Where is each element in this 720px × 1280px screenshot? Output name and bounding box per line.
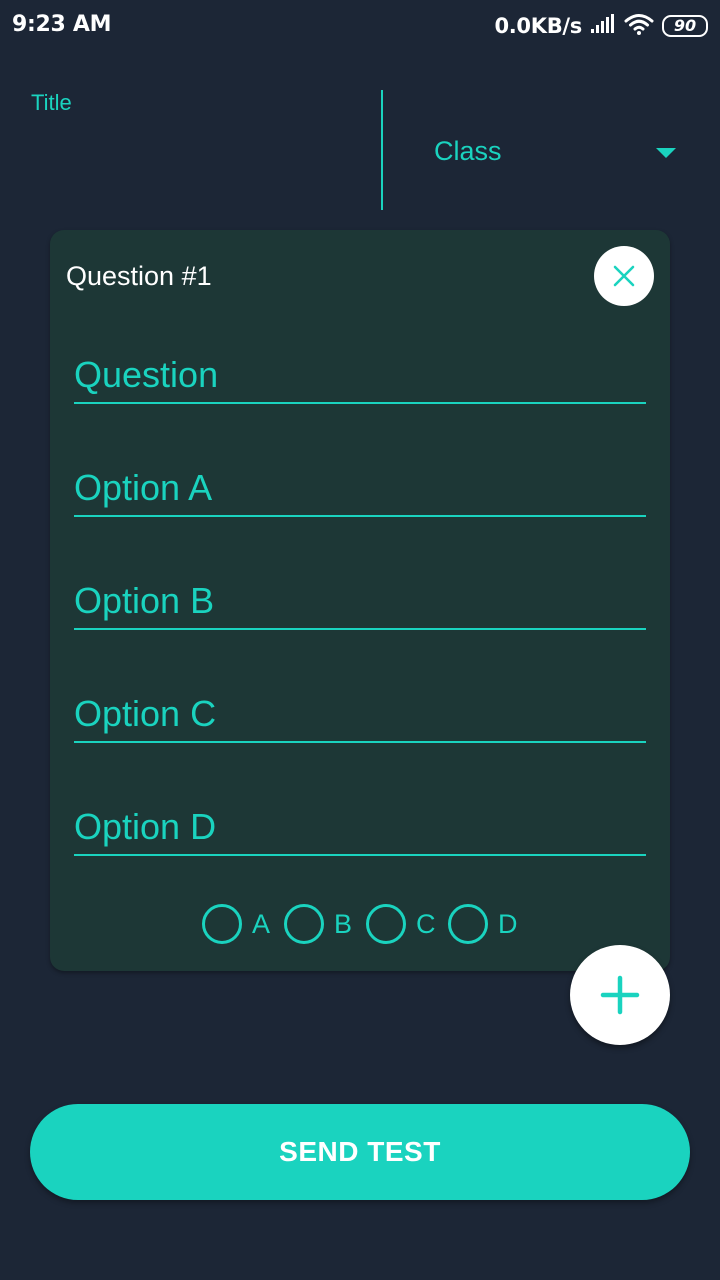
correct-answer-radio-group: A B C D xyxy=(50,902,670,946)
answer-radio-c[interactable]: C xyxy=(366,904,436,944)
radio-label: C xyxy=(416,908,436,939)
plus-icon xyxy=(600,975,640,1015)
option-d-input[interactable] xyxy=(74,806,646,848)
question-card-title: Question #1 xyxy=(66,261,212,291)
status-indicators: 0.0KB/s 90 xyxy=(494,12,708,40)
add-question-button[interactable] xyxy=(570,945,670,1045)
option-c-field xyxy=(74,683,646,743)
option-a-input[interactable] xyxy=(74,467,646,509)
option-d-field xyxy=(74,796,646,856)
header-divider xyxy=(381,90,383,210)
battery-icon: 90 xyxy=(662,15,708,37)
wifi-icon xyxy=(624,12,654,41)
answer-radio-d[interactable]: D xyxy=(448,904,518,944)
battery-level: 90 xyxy=(673,16,697,35)
status-bar: 9:23 AM 0.0KB/s 90 xyxy=(0,0,720,52)
option-c-input[interactable] xyxy=(74,693,646,735)
network-speed: 0.0KB/s xyxy=(494,14,582,38)
radio-label: D xyxy=(498,908,518,939)
option-b-field xyxy=(74,570,646,630)
radio-circle xyxy=(448,904,488,944)
question-card: Question #1 A B xyxy=(50,230,670,971)
radio-circle xyxy=(366,904,406,944)
question-field xyxy=(74,344,646,404)
radio-label: B xyxy=(334,908,353,939)
close-icon xyxy=(613,265,635,287)
create-test-screen: 9:23 AM 0.0KB/s 90 Title Class Question … xyxy=(0,0,720,1280)
dropdown-arrow-icon xyxy=(656,148,676,158)
class-dropdown-label: Class xyxy=(434,136,502,166)
radio-circle xyxy=(202,904,242,944)
signal-icon xyxy=(590,13,616,40)
status-time: 9:23 AM xyxy=(12,12,112,37)
option-b-input[interactable] xyxy=(74,580,646,622)
radio-circle xyxy=(284,904,324,944)
title-label: Title xyxy=(31,90,72,115)
remove-question-button[interactable] xyxy=(594,246,654,306)
option-a-field xyxy=(74,457,646,517)
radio-label: A xyxy=(252,908,271,939)
send-test-button[interactable]: SEND TEST xyxy=(30,1104,690,1200)
question-input[interactable] xyxy=(74,354,646,396)
class-dropdown[interactable]: Class xyxy=(384,120,720,184)
answer-radio-a[interactable]: A xyxy=(202,904,272,944)
answer-radio-b[interactable]: B xyxy=(284,904,354,944)
